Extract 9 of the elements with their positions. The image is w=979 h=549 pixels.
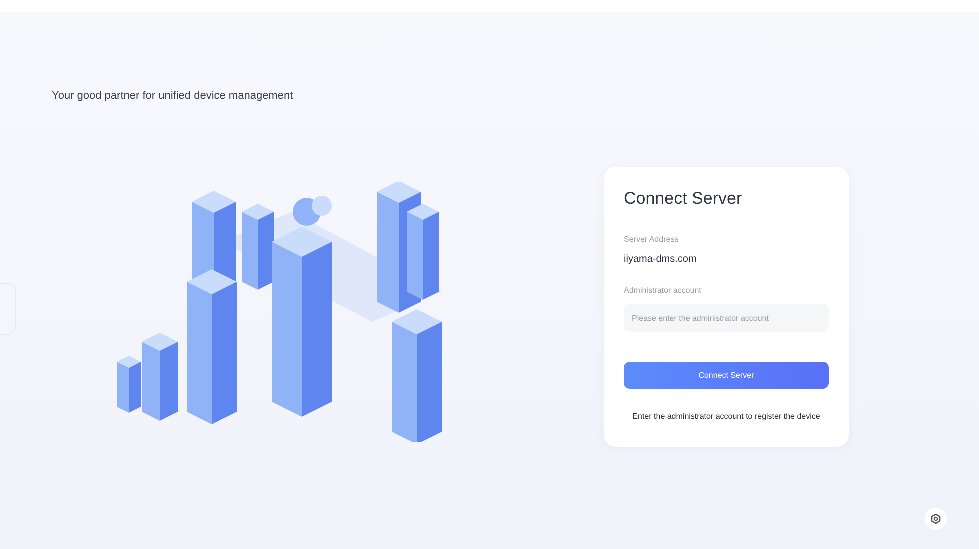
server-address: iiyama-dms.com [624, 254, 698, 265]
tagline: Your good partner for unified device management [52, 90, 294, 102]
connect-button[interactable]: Connect Server [624, 362, 829, 389]
card-title: Connect Server [624, 189, 744, 209]
field-label: Server Address [624, 235, 680, 244]
account-input[interactable]: Please enter the administrator account [624, 304, 829, 332]
field-label: Administrator account [624, 286, 702, 295]
settings-icon [931, 514, 941, 524]
hint-text: Enter the administrator account to register the device [632, 412, 822, 421]
